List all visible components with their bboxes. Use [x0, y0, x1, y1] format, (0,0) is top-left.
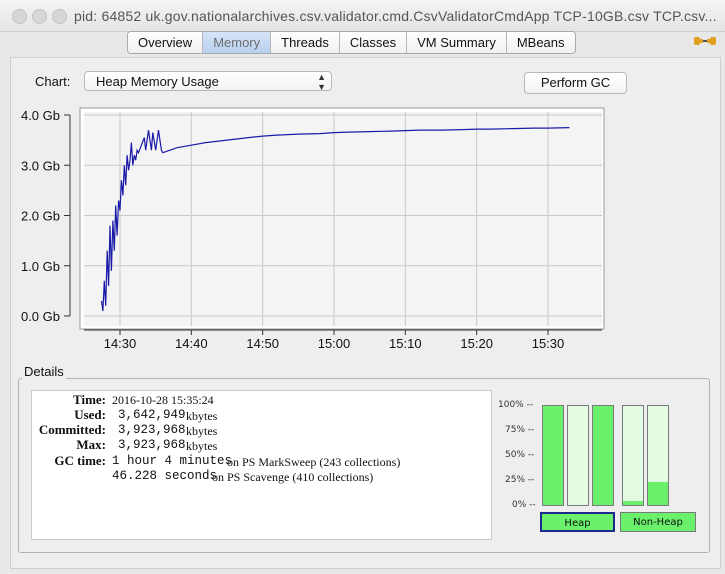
x-tick-label: 14:50 [246, 336, 279, 351]
x-tick-label: 14:40 [175, 336, 208, 351]
nonheap-button[interactable]: Non-Heap [620, 512, 696, 532]
heap-button[interactable]: Heap [540, 512, 615, 532]
y-tick-label: 3.0 Gb [21, 158, 60, 173]
used-unit: kbytes [186, 409, 218, 423]
x-tick-label: 14:30 [104, 336, 137, 351]
y-tick-label: 4.0 Gb [21, 108, 60, 123]
y-tick-label: 0.0 Gb [21, 309, 60, 324]
gc-marksweep-desc: on PS MarkSweep (243 collections) [227, 455, 401, 469]
x-tick-label: 15:00 [318, 336, 351, 351]
x-tick-label: 15:30 [532, 336, 565, 351]
x-tick-label: 15:10 [389, 336, 422, 351]
pct-label-25: 25% -- [505, 475, 535, 485]
pct-label-50: 50% -- [505, 450, 535, 460]
committed-unit: kbytes [186, 424, 218, 438]
nonheap-pool-bar[interactable] [647, 405, 669, 506]
pct-label-75: 75% -- [505, 425, 535, 435]
pct-label-100: 100% -- [498, 400, 534, 410]
x-tick-label: 15:20 [460, 336, 493, 351]
gc-marksweep-value: 1 hour 4 minutes [112, 454, 233, 468]
max-value: 3,923,968 [118, 438, 186, 452]
chart-plot-area [84, 112, 602, 326]
time-label: Time: [73, 392, 106, 407]
heap-pool-bar[interactable] [592, 405, 614, 506]
committed-label: Committed: [38, 422, 106, 437]
details-title: Details [22, 364, 66, 379]
used-value: 3,642,949 [118, 408, 186, 422]
gc-scavenge-value: 46.228 seconds [112, 469, 218, 483]
gc-scavenge-desc: on PS Scavenge (410 collections) [212, 470, 374, 484]
used-label: Used: [74, 407, 106, 422]
max-label: Max: [76, 437, 106, 452]
gc-time-label: GC time: [54, 453, 106, 468]
heap-pool-bar[interactable] [567, 405, 589, 506]
y-tick-label: 2.0 Gb [21, 209, 60, 224]
max-unit: kbytes [186, 439, 218, 453]
committed-value: 3,923,968 [118, 423, 186, 437]
y-tick-label: 1.0 Gb [21, 259, 60, 274]
nonheap-pool-bar[interactable] [622, 405, 644, 506]
time-value: 2016-10-28 15:35:24 [112, 393, 214, 407]
heap-pool-bar[interactable] [542, 405, 564, 506]
details-info-box: Time: 2016-10-28 15:35:24 Used: 3,642,94… [31, 390, 492, 540]
